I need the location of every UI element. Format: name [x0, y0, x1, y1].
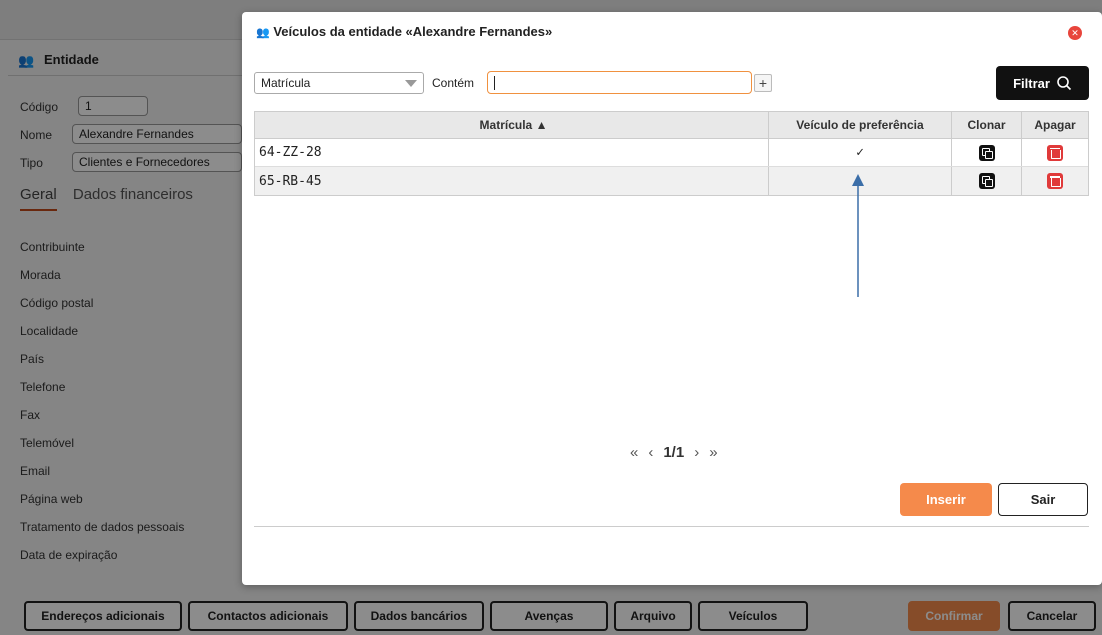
col-clonar: Clonar	[952, 112, 1022, 138]
delete-cell	[1022, 167, 1088, 195]
filter-field-value: Matrícula	[261, 76, 311, 90]
table-row[interactable]: 65-RB-45	[255, 167, 1088, 195]
last-page-icon[interactable]: »	[709, 444, 717, 461]
cell-preferencia: ✓	[769, 139, 952, 166]
modal-title: Veículos da entidade «Alexandre Fernande…	[273, 24, 553, 39]
vehicles-table: Matrícula ▲ Veículo de preferência Clona…	[254, 111, 1089, 196]
vehicles-modal: 👥 Veículos da entidade «Alexandre Fernan…	[242, 12, 1102, 585]
trash-icon[interactable]	[1047, 173, 1063, 189]
trash-icon[interactable]	[1047, 144, 1063, 161]
annotation-arrow	[852, 174, 864, 297]
clone-icon[interactable]	[978, 144, 995, 161]
users-icon: 👥	[256, 27, 270, 39]
clone-icon[interactable]	[978, 173, 995, 189]
table-row[interactable]: 64-ZZ-28 ✓	[255, 139, 1088, 167]
first-page-icon[interactable]: «	[630, 444, 638, 461]
clone-cell	[952, 139, 1022, 166]
search-input[interactable]	[487, 71, 752, 94]
prev-page-icon[interactable]: ‹	[648, 444, 653, 461]
insert-button[interactable]: Inserir	[900, 483, 992, 516]
modal-title-wrap: 👥 Veículos da entidade «Alexandre Fernan…	[256, 24, 552, 39]
filter-button[interactable]: Filtrar	[996, 66, 1089, 100]
close-icon[interactable]: ✕	[1068, 26, 1082, 40]
operator-label: Contém	[432, 76, 475, 90]
filter-button-label: Filtrar	[1013, 75, 1050, 91]
col-preferencia[interactable]: Veículo de preferência	[769, 112, 952, 138]
col-matricula[interactable]: Matrícula ▲	[255, 112, 769, 138]
text-caret	[494, 75, 495, 90]
pagination: « ‹ 1/1 › »	[630, 444, 718, 461]
cell-matricula: 64-ZZ-28	[255, 139, 769, 166]
col-apagar: Apagar	[1034, 118, 1076, 132]
divider	[254, 526, 1089, 527]
cell-matricula: 65-RB-45	[255, 167, 769, 195]
table-header: Matrícula ▲ Veículo de preferência Clona…	[255, 112, 1088, 139]
clone-cell	[952, 167, 1022, 195]
exit-button[interactable]: Sair	[998, 483, 1088, 516]
next-page-icon[interactable]: ›	[694, 444, 699, 461]
add-filter-button[interactable]: +	[754, 74, 772, 92]
search-icon	[1057, 76, 1071, 91]
delete-cell	[1022, 139, 1088, 166]
filter-field-select[interactable]: Matrícula	[254, 72, 424, 94]
chevron-down-icon	[405, 80, 417, 87]
page-indicator: 1/1	[663, 444, 685, 461]
